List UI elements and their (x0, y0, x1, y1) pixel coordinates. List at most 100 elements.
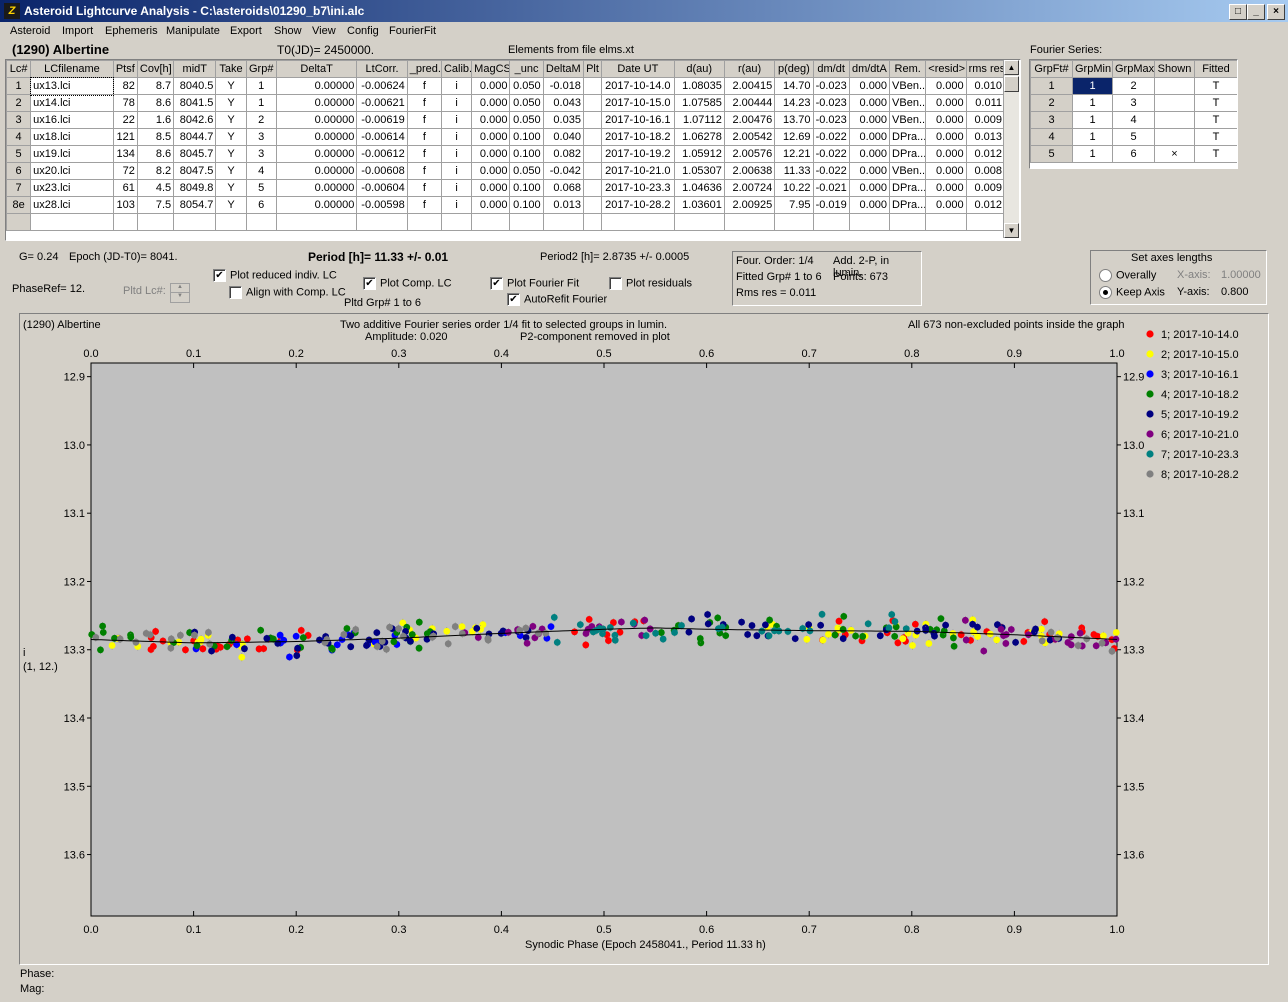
table-cell[interactable]: 1 (245, 77, 277, 95)
table-row[interactable]: 7 ux23.lci 61 4.5 8049.8 Y 5 0.00000 -0.00604 f i 0… (6, 179, 1006, 197)
table-cell[interactable] (30, 213, 114, 231)
data-point[interactable] (390, 638, 398, 646)
table-cell[interactable]: -0.023 (812, 77, 850, 95)
table-cell[interactable]: 0.000 (925, 77, 967, 95)
data-point[interactable] (738, 618, 745, 626)
data-point[interactable] (340, 631, 348, 638)
lc-column-header[interactable]: Rem. (889, 60, 927, 78)
data-point[interactable] (208, 647, 215, 655)
table-cell[interactable]: 1 (1072, 128, 1113, 146)
data-point[interactable] (399, 632, 407, 640)
lc-column-header[interactable]: MagCS (471, 60, 511, 78)
table-cell[interactable]: Y (215, 111, 247, 129)
data-point[interactable] (553, 638, 561, 646)
table-cell[interactable]: -0.00621 (356, 94, 408, 112)
table-cell[interactable]: 13.70 (774, 111, 814, 129)
data-point[interactable] (182, 646, 189, 654)
data-point[interactable] (167, 644, 175, 652)
lc-column-header[interactable]: Grp# (245, 60, 277, 78)
table-cell[interactable]: 0.100 (509, 128, 544, 146)
table-cell[interactable]: 0.000 (848, 196, 891, 214)
data-point[interactable] (950, 642, 958, 650)
table-cell[interactable]: 0.000 (925, 162, 967, 180)
data-point[interactable] (617, 618, 625, 626)
table-cell[interactable]: 5 (245, 179, 277, 197)
table-cell[interactable] (440, 213, 473, 231)
table-cell[interactable]: 1.03601 (673, 196, 725, 214)
table-cell[interactable] (723, 213, 776, 231)
table-cell[interactable]: -0.018 (542, 77, 584, 95)
lc-column-header[interactable]: Date UT (601, 60, 675, 78)
data-point[interactable] (1098, 639, 1106, 647)
table-cell[interactable]: VBen... (889, 77, 927, 95)
data-point[interactable] (659, 635, 667, 643)
table-cell[interactable]: 1.07112 (673, 111, 725, 129)
table-cell[interactable]: -0.042 (542, 162, 584, 180)
menu-show[interactable]: Show (274, 25, 302, 37)
lc-column-header[interactable]: dm/dt (812, 60, 850, 78)
data-point[interactable] (911, 620, 919, 628)
data-point[interactable] (576, 621, 584, 629)
x-axis-value[interactable]: 1.00000 (1221, 269, 1261, 281)
data-point[interactable] (962, 636, 970, 644)
table-cell[interactable]: 0.000 (925, 111, 967, 129)
table-cell[interactable]: ux18.lci (30, 128, 114, 146)
table-cell[interactable]: T (1194, 94, 1237, 112)
table-cell[interactable]: 2.00415 (723, 77, 776, 95)
table-cell[interactable]: 0.000 (848, 128, 891, 146)
table-cell[interactable]: -0.022 (812, 162, 850, 180)
data-point[interactable] (458, 630, 466, 637)
table-cell[interactable] (112, 213, 138, 231)
table-cell[interactable]: 0.040 (542, 128, 584, 146)
table-cell[interactable] (582, 213, 603, 231)
menu-view[interactable]: View (312, 25, 336, 37)
table-cell[interactable]: -0.00624 (356, 77, 408, 95)
table-cell[interactable] (136, 213, 175, 231)
table-row[interactable]: 4 ux18.lci 121 8.5 8044.7 Y 3 0.00000 -0.00614 f i… (6, 128, 1006, 146)
data-point[interactable] (714, 614, 722, 622)
data-point[interactable] (177, 631, 184, 639)
table-cell[interactable] (245, 213, 277, 231)
table-cell[interactable]: T (1194, 128, 1237, 146)
table-cell[interactable]: 2.00724 (723, 179, 776, 197)
table-cell[interactable] (812, 213, 850, 231)
data-point[interactable] (753, 632, 761, 640)
table-row[interactable]: 8e ux28.lci 103 7.5 8054.7 Y 6 0.00000 -0.00598 f… (6, 196, 1006, 214)
data-point[interactable] (803, 635, 811, 643)
data-point[interactable] (1112, 629, 1120, 636)
data-point[interactable] (957, 631, 965, 639)
data-point[interactable] (1024, 631, 1032, 639)
table-cell[interactable]: -0.00604 (356, 179, 408, 197)
table-cell[interactable]: ux23.lci (30, 179, 114, 197)
checkbox-icon[interactable]: ✔ (363, 277, 376, 290)
checkbox-icon[interactable]: ✔ (507, 293, 520, 306)
plot-panel[interactable]: (1290) Albertine Two additive Fourier se… (19, 313, 1269, 965)
table-cell[interactable] (275, 213, 358, 231)
data-point[interactable] (611, 636, 619, 644)
data-point[interactable] (286, 653, 293, 661)
table-cell[interactable]: 82 (112, 77, 138, 95)
table-row[interactable]: 415 T (1030, 128, 1237, 146)
table-cell[interactable]: 0.000 (925, 179, 967, 197)
table-cell[interactable]: 11.33 (774, 162, 814, 180)
data-point[interactable] (383, 645, 390, 653)
align-comp-checkbox[interactable]: Align with Comp. LC (229, 286, 346, 299)
data-point[interactable] (891, 618, 899, 625)
row-header[interactable]: 1 (1030, 77, 1073, 95)
table-cell[interactable]: 2017-10-19.2 (601, 145, 675, 163)
table-row[interactable]: 1 ux13.lci 82 8.7 8040.5 Y 1 0.00000 -0.00624 f i 0… (6, 76, 1006, 96)
table-cell[interactable]: 0.009 (965, 111, 1006, 129)
table-cell[interactable]: 2017-10-15.0 (601, 94, 675, 112)
data-point[interactable] (343, 625, 351, 632)
data-point[interactable] (363, 642, 370, 649)
data-point[interactable] (825, 630, 832, 638)
data-point[interactable] (571, 628, 578, 636)
table-cell[interactable]: -0.022 (812, 145, 850, 163)
data-point[interactable] (108, 642, 116, 649)
table-cell[interactable]: Y (215, 94, 247, 112)
data-point[interactable] (891, 633, 899, 640)
data-point[interactable] (297, 627, 305, 634)
lc-column-header[interactable]: rms res (965, 60, 1006, 78)
table-cell[interactable]: Y (215, 77, 247, 95)
data-point[interactable] (550, 613, 558, 621)
